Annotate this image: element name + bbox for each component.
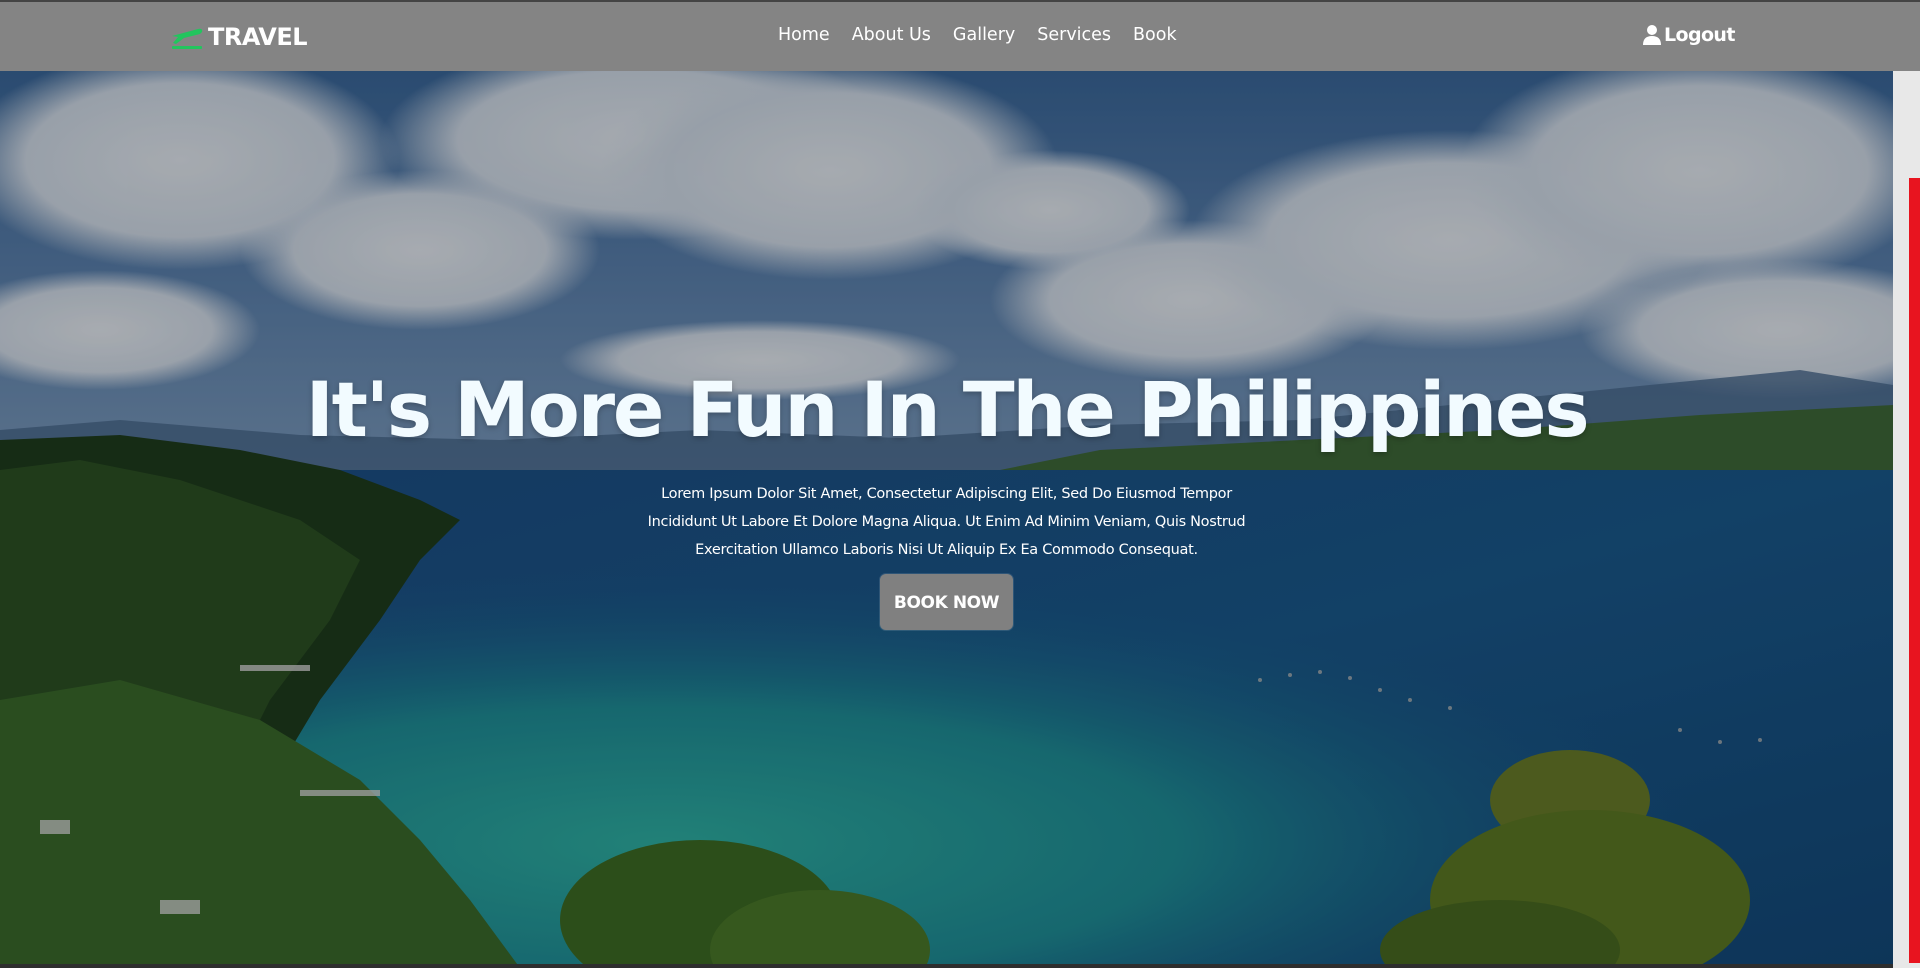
nav-link-gallery[interactable]: Gallery xyxy=(953,25,1015,45)
nav-link-services[interactable]: Services xyxy=(1037,25,1111,45)
brand-logo[interactable]: TRAVEL xyxy=(170,22,308,52)
page-bottom-edge xyxy=(0,964,1893,968)
hero-title: It's More Fun In The Philippines xyxy=(305,365,1590,454)
top-navbar: TRAVEL Home About Us Gallery Services Bo… xyxy=(0,0,1920,71)
plane-icon xyxy=(172,28,203,49)
nav-link-about-us[interactable]: About Us xyxy=(852,25,931,45)
hero-content: It's More Fun In The Philippines Lorem I… xyxy=(0,360,1893,630)
user-icon xyxy=(1643,25,1661,45)
scrollbar-thumb[interactable] xyxy=(1909,178,1920,963)
nav-link-home[interactable]: Home xyxy=(778,25,830,45)
page-scrollbar[interactable] xyxy=(1893,71,1920,968)
brand-name: TRAVEL xyxy=(208,23,308,51)
hero-description: Lorem Ipsum Dolor Sit Amet, Consectetur … xyxy=(647,486,1246,558)
page: TRAVEL Home About Us Gallery Services Bo… xyxy=(0,0,1920,968)
nav-link-book[interactable]: Book xyxy=(1133,25,1177,45)
book-now-button[interactable]: BOOK NOW xyxy=(880,574,1013,630)
logout-label: Logout xyxy=(1664,24,1735,46)
logout-button[interactable]: Logout xyxy=(1642,24,1735,46)
main-nav: Home About Us Gallery Services Book xyxy=(778,25,1177,45)
